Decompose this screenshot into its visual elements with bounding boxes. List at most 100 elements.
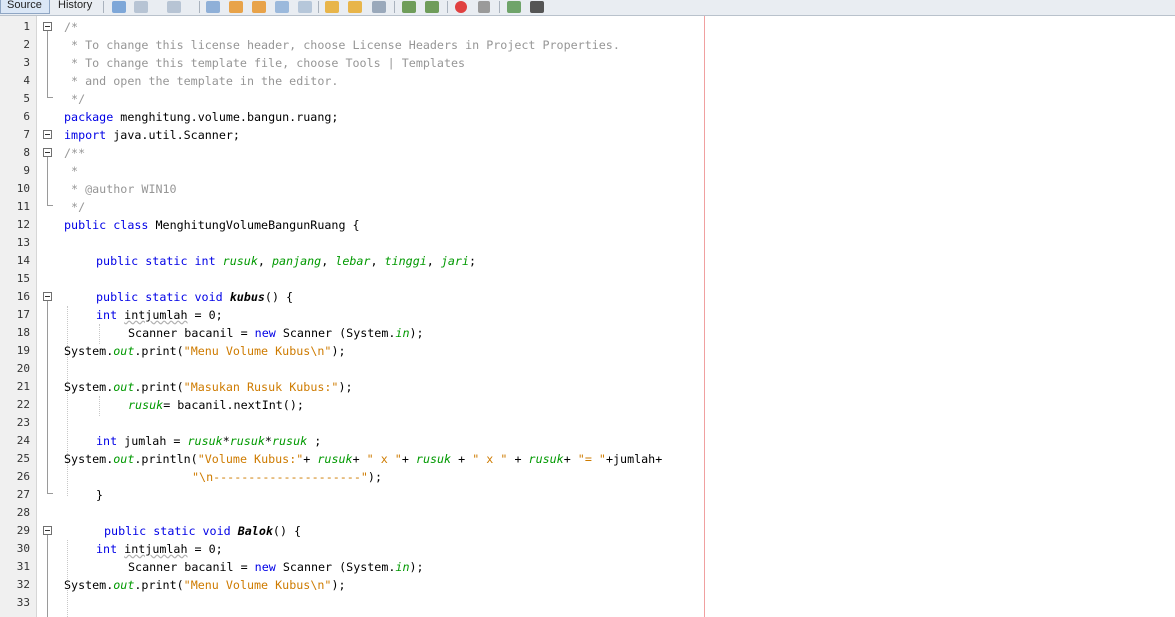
code-line: public static void Balok() { [104, 522, 301, 540]
code-line: public class MenghitungVolumeBangunRuang… [64, 216, 360, 234]
code-line: System.out.print("Menu Volume Kubus\n"); [64, 576, 346, 594]
line-number: 24 [16, 434, 30, 447]
code-line: "\n---------------------"); [192, 468, 382, 486]
last-edit-icon[interactable] [112, 1, 126, 13]
line-number: 4 [23, 74, 30, 87]
code-line: System.out.print("Menu Volume Kubus\n"); [64, 342, 346, 360]
keyword: public static int [96, 254, 216, 268]
line-number: 14 [16, 254, 30, 267]
uncomment-icon[interactable] [530, 1, 544, 13]
class-name: MenghitungVolumeBangunRuang { [148, 218, 360, 232]
line-number: 5 [23, 92, 30, 105]
code-line: } [96, 488, 104, 502]
indent-guide [99, 324, 101, 344]
keyword: int [96, 434, 118, 448]
stop-macro-icon[interactable] [478, 1, 490, 13]
field: rusuk [187, 434, 223, 448]
code-text: () { [264, 290, 294, 304]
field: rusuk [271, 434, 308, 448]
field: rusuk [229, 434, 265, 448]
code-text: ); [409, 326, 424, 340]
code-text: .print( [134, 344, 184, 358]
static-field: out [113, 578, 135, 592]
toggle-bookmark-icon[interactable] [372, 1, 386, 13]
find-selection-icon[interactable] [275, 1, 289, 13]
next-bookmark-icon[interactable] [425, 1, 439, 13]
previous-bookmark-icon[interactable] [402, 1, 416, 13]
shift-right-icon[interactable] [348, 1, 362, 13]
fold-guide [47, 205, 53, 206]
back-icon[interactable] [134, 1, 148, 13]
static-field: in [395, 560, 410, 574]
line-number: 31 [16, 560, 30, 573]
string-literal: "Masukan Rusuk Kubus:" [183, 380, 339, 394]
line-number: 13 [16, 236, 30, 249]
code-line: */ [64, 200, 86, 214]
code-text: Scanner (System. [275, 326, 396, 340]
string-literal: "= " [577, 452, 606, 466]
start-macro-icon[interactable] [455, 1, 467, 13]
line-number: 33 [16, 596, 30, 609]
code-line: * [64, 164, 79, 178]
code-text: System. [64, 380, 114, 394]
code-text: ); [331, 578, 346, 592]
string-literal: " x " [472, 452, 508, 466]
field: rusuk [317, 452, 353, 466]
string-literal: "Menu Volume Kubus\n" [183, 344, 332, 358]
code-line: * and open the template in the editor. [64, 74, 339, 88]
code-line: package menghitung.volume.bangun.ruang; [64, 108, 338, 126]
tab-history[interactable]: History [52, 0, 98, 13]
field: rusuk [528, 452, 564, 466]
code-line: * To change this template file, choose T… [64, 56, 466, 70]
code-text: () { [272, 524, 302, 538]
line-number: 6 [23, 110, 30, 123]
fold-toggle-icon[interactable] [43, 22, 52, 31]
field: lebar [335, 254, 371, 268]
fold-toggle-icon[interactable] [43, 292, 52, 301]
indent-guide [99, 396, 101, 416]
code-text: ); [338, 380, 353, 394]
comment-icon[interactable] [507, 1, 521, 13]
keyword: public static void [96, 290, 223, 304]
fold-toggle-icon[interactable] [43, 148, 52, 157]
code-line: int jumlah = rusuk*rusuk*rusuk ; [96, 434, 322, 448]
fold-toggle-icon[interactable] [43, 526, 52, 535]
keyword: new [254, 560, 276, 574]
find-next-icon[interactable] [252, 1, 266, 13]
fold-toggle-icon[interactable] [43, 130, 52, 139]
variable: intjumlah [124, 542, 188, 556]
code-line: Scanner bacanil = new Scanner (System.in… [128, 324, 424, 342]
keyword: int [96, 308, 118, 322]
code-line: /* [64, 20, 79, 34]
line-number: 8 [23, 146, 30, 159]
code-line: /** [64, 146, 86, 160]
code-text: +jumlah+ [605, 452, 663, 466]
toolbar-separator [499, 1, 500, 13]
string-literal: " x " [366, 452, 402, 466]
tab-source[interactable]: Source [0, 0, 50, 14]
string-literal: "Volume Kubus:" [197, 452, 304, 466]
line-number: 3 [23, 56, 30, 69]
code-text: menghitung.volume.bangun.ruang; [113, 110, 339, 124]
line-number: 32 [16, 578, 30, 591]
code-text: Scanner bacanil = [128, 560, 255, 574]
forward-icon[interactable] [167, 1, 181, 13]
field: rusuk [222, 254, 258, 268]
code-line: System.out.println("Volume Kubus:"+ rusu… [64, 452, 663, 466]
fold-guide [47, 31, 48, 97]
keyword: int [96, 542, 118, 556]
code-text: .print( [134, 578, 184, 592]
code-line: public static void kubus() { [96, 288, 293, 306]
code-line: */ [64, 92, 86, 106]
line-number: 21 [16, 380, 30, 393]
shift-left-icon[interactable] [325, 1, 339, 13]
toolbar-separator [318, 1, 319, 13]
code-text: java.util.Scanner; [106, 128, 240, 142]
static-field: in [395, 326, 410, 340]
field: tinggi [384, 254, 427, 268]
find-previous-icon[interactable] [229, 1, 243, 13]
find-icon[interactable] [206, 1, 220, 13]
toggle-highlight-icon[interactable] [298, 1, 312, 13]
code-text: = bacanil.nextInt(); [163, 398, 304, 412]
string-literal: "Menu Volume Kubus\n" [183, 578, 332, 592]
